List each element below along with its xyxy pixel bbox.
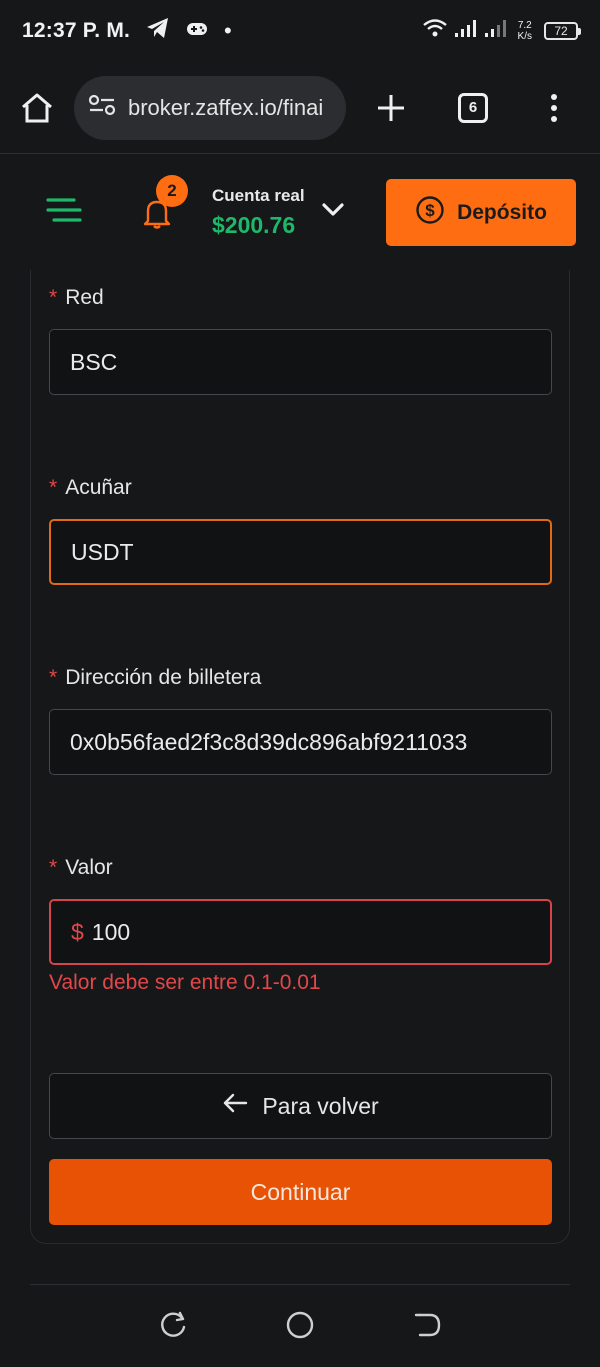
- wifi-icon: [422, 18, 448, 44]
- address-bar[interactable]: broker.zaffex.io/finai: [74, 75, 346, 140]
- coin-label: * Acuñar: [49, 476, 132, 500]
- amount-label-text: Valor: [65, 856, 113, 879]
- home-icon[interactable]: [20, 92, 54, 124]
- browser-toolbar: broker.zaffex.io/finai 6: [0, 62, 600, 154]
- url-text[interactable]: broker.zaffex.io/finai: [128, 95, 323, 121]
- required-marker: *: [49, 286, 58, 309]
- wallet-label-text: Dirección de billetera: [65, 666, 262, 689]
- account-type: Cuenta real: [212, 186, 305, 205]
- account-selector[interactable]: Cuenta real $200.76: [212, 186, 305, 239]
- amount-error-message: Valor debe ser entre 0.1-0.01: [49, 971, 321, 994]
- status-left-icons: •: [146, 17, 232, 45]
- wallet-address-input[interactable]: 0x0b56faed2f3c8d39dc896abf9211033: [49, 709, 552, 775]
- amount-label: * Valor: [49, 856, 113, 880]
- withdraw-form: * Red BSC * Acuñar USDT * Dirección de bill…: [30, 270, 570, 1244]
- amount-value: 100: [91, 918, 131, 945]
- net-speed-value: 7.2: [517, 20, 532, 31]
- chevron-down-icon[interactable]: [321, 202, 345, 223]
- telegram-icon: [146, 17, 170, 45]
- net-speed: 7.2 K/s: [518, 20, 532, 42]
- back-button[interactable]: Para volver: [49, 1073, 552, 1139]
- continue-button[interactable]: Continuar: [49, 1159, 552, 1225]
- arrow-left-icon: [222, 1092, 248, 1120]
- signal-icon-1: [454, 18, 478, 44]
- app-header: 2 Cuenta real $200.76 $ Depósito: [0, 155, 600, 270]
- coin-select[interactable]: USDT: [49, 519, 552, 585]
- wallet-address-value: 0x0b56faed2f3c8d39dc896abf9211033: [70, 728, 468, 755]
- menu-icon[interactable]: [46, 196, 82, 229]
- continue-label: Continuar: [250, 1178, 351, 1205]
- network-label: * Red: [49, 286, 104, 310]
- currency-symbol: $: [71, 918, 84, 945]
- notification-badge: 2: [156, 174, 188, 207]
- required-marker: *: [49, 856, 58, 879]
- wallet-label: * Dirección de billetera: [49, 666, 261, 690]
- status-time: 12:37 P. M.: [22, 19, 131, 42]
- tab-count: 6: [458, 92, 488, 123]
- site-settings-icon[interactable]: [88, 94, 116, 121]
- back-label: Para volver: [262, 1092, 379, 1119]
- more-menu-icon[interactable]: [550, 93, 558, 123]
- signal-icon-2: [484, 18, 508, 44]
- status-right-icons: 7.2 K/s 72: [422, 18, 581, 44]
- network-select[interactable]: BSC: [49, 329, 552, 395]
- dollar-coin-icon: $: [415, 195, 445, 231]
- required-marker: *: [49, 476, 58, 499]
- battery-level: 72: [554, 24, 568, 38]
- home-nav-icon[interactable]: [285, 1310, 315, 1345]
- battery-icon: 72: [544, 22, 581, 40]
- gamepad-icon: [186, 19, 208, 43]
- network-label-text: Red: [65, 286, 104, 309]
- back-nav-icon[interactable]: [412, 1310, 442, 1345]
- deposit-label: Depósito: [457, 200, 547, 224]
- new-tab-icon[interactable]: [376, 93, 406, 123]
- footer-divider: [30, 1284, 570, 1285]
- status-bar: 12:37 P. M. • 7.2 K/s 72: [0, 0, 600, 62]
- system-nav-bar: [0, 1288, 600, 1367]
- account-balance: $200.76: [212, 212, 296, 238]
- recent-apps-icon[interactable]: [158, 1310, 188, 1345]
- deposit-button[interactable]: $ Depósito: [386, 179, 576, 246]
- tab-switcher-button[interactable]: 6: [458, 92, 488, 123]
- dot-icon: •: [224, 18, 232, 43]
- coin-value: USDT: [71, 538, 134, 565]
- amount-input[interactable]: $ 100: [49, 899, 552, 965]
- required-marker: *: [49, 666, 58, 689]
- net-speed-unit: K/s: [517, 31, 532, 42]
- network-value: BSC: [70, 348, 118, 375]
- notifications-button[interactable]: 2: [142, 174, 188, 233]
- coin-label-text: Acuñar: [65, 476, 132, 499]
- svg-text:$: $: [425, 201, 435, 220]
